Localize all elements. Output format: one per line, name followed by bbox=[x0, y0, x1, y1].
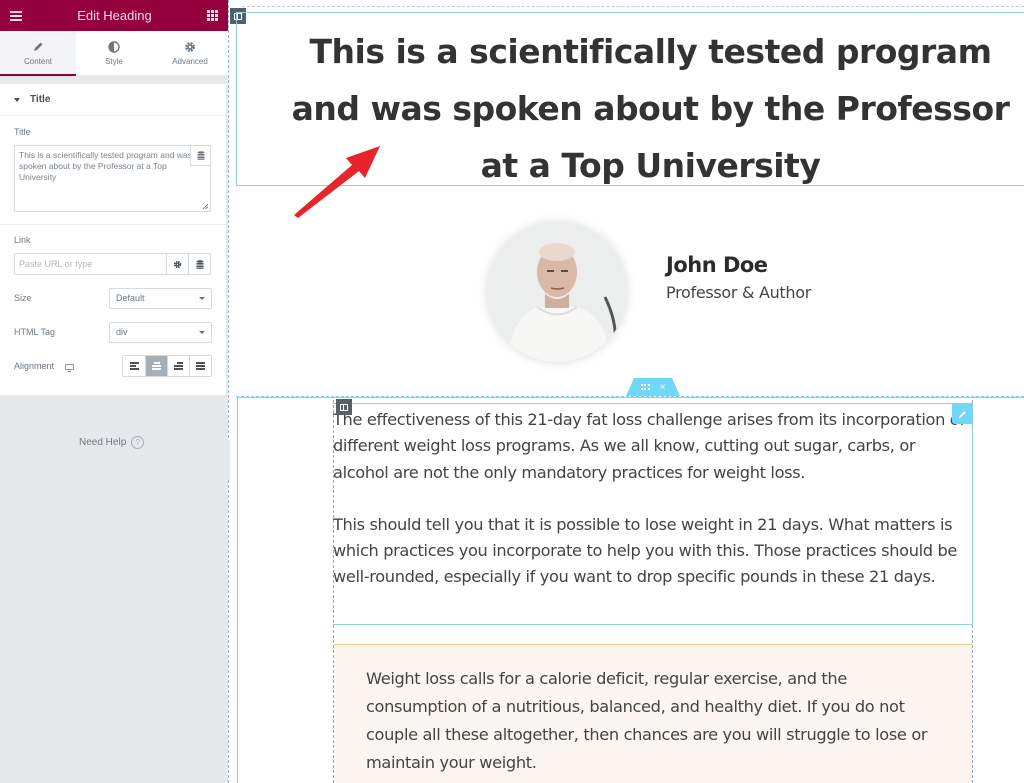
elementor-editor: Edit Heading Content Style Advanced Titl… bbox=[0, 0, 1024, 783]
sidebar-header: Edit Heading bbox=[0, 0, 228, 31]
gear-icon bbox=[184, 41, 196, 53]
widgets-grid-icon[interactable] bbox=[206, 10, 218, 21]
database-icon bbox=[197, 151, 204, 160]
professor-photo bbox=[487, 222, 627, 362]
red-arrow-annotation-icon bbox=[294, 146, 380, 218]
align-left-icon bbox=[129, 362, 139, 370]
html-tag-select[interactable]: div bbox=[109, 321, 212, 343]
dynamic-tags-button[interactable] bbox=[190, 146, 210, 166]
gear-icon bbox=[173, 260, 182, 268]
size-control: Size Default bbox=[0, 281, 226, 315]
title-textarea-wrap bbox=[14, 145, 211, 212]
html-tag-select-value: div bbox=[116, 327, 128, 337]
tab-content-label: Content bbox=[23, 56, 53, 66]
delete-section-icon[interactable]: × bbox=[660, 382, 666, 393]
link-dynamic-tags-button[interactable] bbox=[188, 254, 210, 274]
panel-title: Edit Heading bbox=[77, 8, 152, 23]
size-label: Size bbox=[14, 293, 32, 303]
alignment-choices bbox=[122, 355, 212, 377]
align-right-button[interactable] bbox=[167, 356, 189, 376]
edit-widget-button[interactable] bbox=[952, 404, 972, 424]
chevron-down-icon bbox=[199, 330, 205, 334]
editor-sidebar: Edit Heading Content Style Advanced Titl… bbox=[0, 0, 228, 783]
html-tag-control: HTML Tag div bbox=[0, 315, 226, 349]
content-panel: Title Title Link bbox=[0, 84, 226, 395]
callout-text: Weight loss calls for a calorie deficit,… bbox=[366, 669, 928, 772]
preview-canvas: This is a scientifically tested program … bbox=[230, 0, 1024, 783]
resize-grip-icon[interactable] bbox=[202, 203, 208, 209]
column-icon bbox=[340, 403, 348, 411]
alignment-control: Alignment bbox=[0, 349, 226, 383]
link-url-input[interactable] bbox=[15, 254, 166, 274]
title-label: Title bbox=[14, 127, 31, 137]
pencil-icon bbox=[958, 410, 966, 418]
text-editor-widget[interactable]: The effectiveness of this 21-day fat los… bbox=[333, 403, 973, 625]
align-justify-icon bbox=[196, 362, 205, 370]
text-editor-content: The effectiveness of this 21-day fat los… bbox=[333, 407, 975, 617]
tab-style[interactable]: Style bbox=[76, 31, 152, 75]
half-circle-icon bbox=[108, 40, 120, 53]
section-title-label: Title bbox=[30, 94, 51, 105]
size-select-value: Default bbox=[116, 293, 145, 303]
column-handle-button[interactable] bbox=[336, 399, 352, 415]
align-right-icon bbox=[174, 362, 183, 370]
question-circle-icon: ? bbox=[131, 436, 145, 449]
size-select[interactable]: Default bbox=[109, 287, 212, 309]
link-label: Link bbox=[14, 235, 31, 245]
paragraph: This should tell you that it is possible… bbox=[333, 514, 958, 587]
link-control: Link bbox=[0, 225, 226, 275]
paragraph: The effectiveness of this 21-day fat los… bbox=[333, 410, 965, 482]
desktop-monitor-icon[interactable] bbox=[64, 363, 74, 372]
need-help-link[interactable]: Need Help ? bbox=[79, 436, 145, 449]
section-top-border bbox=[242, 6, 1024, 7]
tab-advanced-label: Advanced bbox=[172, 56, 208, 66]
section-handle[interactable]: × bbox=[626, 378, 680, 396]
alignment-label-wrap: Alignment bbox=[14, 361, 74, 372]
section-title-toggle[interactable]: Title bbox=[0, 84, 226, 116]
caret-down-icon bbox=[14, 97, 20, 102]
link-options-button[interactable] bbox=[166, 254, 188, 274]
title-control: Title bbox=[0, 116, 226, 225]
author-role: Professor & Author bbox=[666, 282, 812, 302]
database-icon bbox=[196, 259, 203, 269]
chevron-down-icon bbox=[199, 296, 205, 300]
tab-content[interactable]: Content bbox=[0, 31, 76, 76]
tab-style-label: Style bbox=[105, 56, 123, 66]
author-name: John Doe bbox=[666, 252, 768, 277]
align-justify-button[interactable] bbox=[189, 356, 211, 376]
author-info: John Doe Professor & Author bbox=[666, 253, 811, 302]
align-center-icon bbox=[152, 362, 161, 370]
title-textarea[interactable] bbox=[15, 146, 210, 211]
pencil-icon bbox=[32, 41, 44, 53]
author-box[interactable]: John Doe Professor & Author bbox=[487, 222, 811, 362]
align-left-button[interactable] bbox=[123, 356, 145, 376]
drag-handle-icon[interactable] bbox=[641, 384, 650, 390]
author-avatar bbox=[487, 222, 627, 362]
panel-tabs: Content Style Advanced bbox=[0, 31, 228, 76]
need-help-label: Need Help bbox=[79, 437, 127, 448]
html-tag-label: HTML Tag bbox=[14, 327, 56, 337]
alignment-label: Alignment bbox=[14, 361, 55, 371]
hamburger-menu-icon[interactable] bbox=[10, 10, 22, 21]
sidebar-divider bbox=[228, 0, 229, 783]
callout-box: Weight loss calls for a calorie deficit,… bbox=[334, 644, 972, 783]
heading-text: This is a scientifically tested program … bbox=[291, 32, 1010, 185]
align-center-button[interactable] bbox=[145, 356, 167, 376]
tab-advanced[interactable]: Advanced bbox=[152, 31, 228, 75]
link-input-row bbox=[14, 253, 211, 275]
